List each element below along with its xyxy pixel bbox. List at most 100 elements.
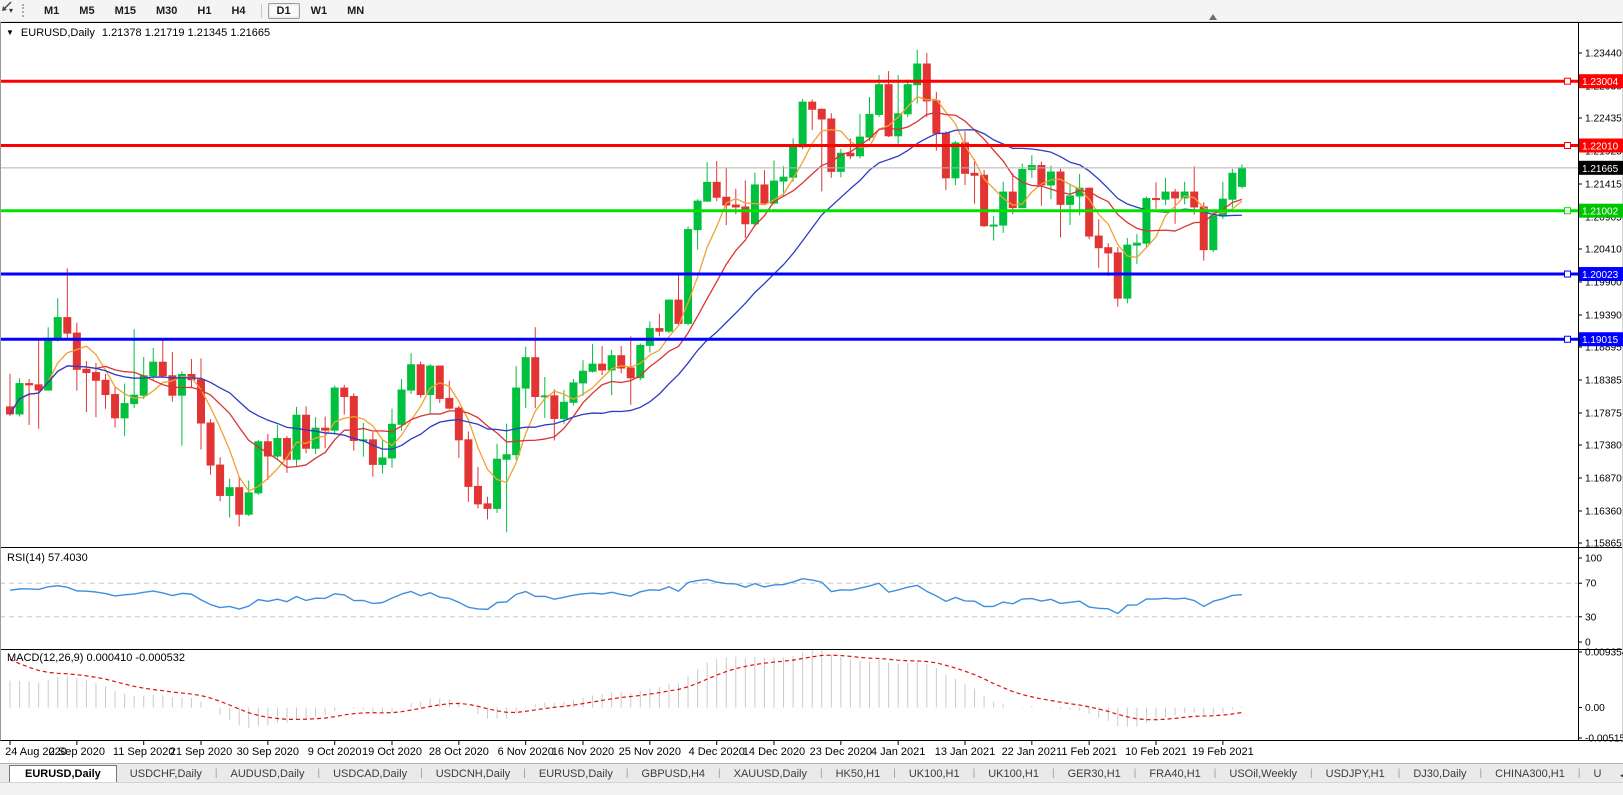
macd-axis-tick: 0.00 bbox=[1585, 703, 1605, 714]
chart-tab-usdcad-daily[interactable]: USDCAD,Daily bbox=[320, 766, 420, 782]
level-line-handle[interactable] bbox=[1565, 208, 1571, 214]
timeframe-button-m5[interactable]: M5 bbox=[70, 3, 103, 19]
level-price-badge-text: 1.23004 bbox=[1582, 77, 1619, 88]
date-axis-label: 30 Sep 2020 bbox=[237, 746, 299, 758]
date-axis-label: 2 Sep 2020 bbox=[49, 746, 105, 758]
date-axis-label: 4 Dec 2020 bbox=[689, 746, 745, 758]
timeframe-button-mn[interactable]: MN bbox=[338, 3, 373, 19]
chart-frame bbox=[0, 22, 1623, 741]
chart-title: ▼ EURUSD,Daily 1.21378 1.21719 1.21345 1… bbox=[6, 27, 270, 39]
price-axis-tick: 1.17875 bbox=[1585, 408, 1622, 419]
date-axis[interactable]: 24 Aug 20202 Sep 202011 Sep 202021 Sep 2… bbox=[5, 741, 1254, 759]
price-axis-tick: 1.23440 bbox=[1585, 49, 1622, 60]
chart-tab-ger30-h1[interactable]: GER30,H1 bbox=[1055, 766, 1134, 782]
date-axis-label: 25 Nov 2020 bbox=[619, 746, 681, 758]
date-axis-label: 28 Oct 2020 bbox=[429, 746, 489, 758]
chart-tab-gbpusd-h4[interactable]: GBPUSD,H4 bbox=[628, 766, 718, 782]
chart-symbol-label: EURUSD,Daily bbox=[21, 27, 95, 39]
price-axis-tick: 1.16360 bbox=[1585, 506, 1622, 517]
timeframe-button-d1[interactable]: D1 bbox=[268, 3, 300, 19]
price-axis-tick: 1.15865 bbox=[1585, 539, 1622, 550]
macd-signal-line bbox=[10, 655, 1242, 720]
timeframe-button-w1[interactable]: W1 bbox=[302, 3, 337, 19]
date-axis-label: 16 Nov 2020 bbox=[552, 746, 614, 758]
price-axis-tick: 1.22435 bbox=[1585, 114, 1622, 125]
chart-shift-marker[interactable] bbox=[1209, 14, 1217, 20]
timeframe-button-h1[interactable]: H1 bbox=[188, 3, 220, 19]
price-axis-tick: 1.19390 bbox=[1585, 310, 1622, 321]
chart-canvas[interactable]: 1.234401.229301.224351.219251.214151.209… bbox=[0, 22, 1623, 763]
timeframe-button-m30[interactable]: M30 bbox=[147, 3, 186, 19]
price-axis-tick: 1.21415 bbox=[1585, 179, 1622, 190]
level-line-handle[interactable] bbox=[1565, 336, 1571, 342]
chart-tab-audusd-daily[interactable]: AUDUSD,Daily bbox=[218, 766, 318, 782]
date-axis-label: 9 Oct 2020 bbox=[308, 746, 362, 758]
chart-window: ▼ EURUSD,Daily 1.21378 1.21719 1.21345 1… bbox=[0, 22, 1623, 763]
level-price-badge-text: 1.20023 bbox=[1582, 270, 1619, 281]
timeframe-button-m1[interactable]: M1 bbox=[35, 3, 68, 19]
level-line-handle[interactable] bbox=[1565, 78, 1571, 84]
date-axis-label: 22 Jan 2021 bbox=[1002, 746, 1063, 758]
date-axis-label: 19 Oct 2020 bbox=[362, 746, 422, 758]
rsi-axis-tick: 30 bbox=[1585, 612, 1597, 623]
toolbar-separator bbox=[261, 4, 262, 18]
chart-tab-hk50-h1[interactable]: HK50,H1 bbox=[823, 766, 894, 782]
draw-arrow-tool-icon bbox=[0, 0, 14, 13]
level-price-badge-text: 1.22010 bbox=[1582, 142, 1619, 153]
current-price-badge-text: 1.21665 bbox=[1582, 164, 1619, 175]
chart-tab-usdjpy-h1[interactable]: USDJPY,H1 bbox=[1313, 766, 1398, 782]
chart-tab-u[interactable]: U bbox=[1580, 766, 1614, 782]
chart-tab-china300-h1[interactable]: CHINA300,H1 bbox=[1482, 766, 1578, 782]
timeframe-button-h4[interactable]: H4 bbox=[222, 3, 254, 19]
macd-axis-tick: 0.009354 bbox=[1585, 648, 1623, 659]
chart-ohlc-values: 1.21378 1.21719 1.21345 1.21665 bbox=[102, 27, 270, 39]
chart-tab-usdcnh-daily[interactable]: USDCNH,Daily bbox=[423, 766, 524, 782]
candles-layer bbox=[7, 50, 1246, 533]
date-axis-label: 19 Feb 2021 bbox=[1192, 746, 1254, 758]
level-price-badge-text: 1.19015 bbox=[1582, 335, 1619, 346]
ma-mid-line bbox=[10, 112, 1242, 467]
chart-tab-uk100-h1[interactable]: UK100,H1 bbox=[896, 766, 973, 782]
chart-tab-uk100-h1[interactable]: UK100,H1 bbox=[975, 766, 1052, 782]
mt4-application-window: ▾ M1M5M15M30H1H4 D1W1MN ▼ EURUSD,Daily 1.… bbox=[0, 0, 1623, 795]
price-axis-tick: 1.18385 bbox=[1585, 375, 1622, 386]
rsi-line bbox=[10, 579, 1242, 614]
chart-tab-fra40-h1[interactable]: FRA40,H1 bbox=[1136, 766, 1213, 782]
rsi-pane bbox=[0, 579, 1578, 617]
macd-axis-tick: -0.005156 bbox=[1585, 734, 1623, 745]
rsi-axis-tick: 70 bbox=[1585, 579, 1597, 590]
timeframe-toolbar: ▾ M1M5M15M30H1H4 D1W1MN bbox=[0, 0, 1623, 22]
level-line-handle[interactable] bbox=[1565, 271, 1571, 277]
price-axis[interactable]: 1.234401.229301.224351.219251.214151.209… bbox=[1578, 49, 1623, 745]
macd-indicator-label: MACD(12,26,9) 0.000410 -0.000532 bbox=[7, 652, 185, 664]
chart-tab-eurusd-daily[interactable]: EURUSD,Daily bbox=[526, 766, 626, 782]
date-axis-label: 23 Dec 2020 bbox=[810, 746, 872, 758]
date-axis-label: 11 Sep 2020 bbox=[113, 746, 175, 758]
date-axis-label: 21 Sep 2020 bbox=[170, 746, 232, 758]
level-lines[interactable] bbox=[0, 78, 1578, 342]
chart-tab-dj30-daily[interactable]: DJ30,Daily bbox=[1400, 766, 1479, 782]
level-line-handle[interactable] bbox=[1565, 143, 1571, 149]
date-axis-label: 4 Jan 2021 bbox=[871, 746, 925, 758]
tab-scroll-left-icon[interactable]: ◄ bbox=[1618, 771, 1623, 780]
macd-pane bbox=[10, 651, 1242, 728]
price-axis-tick: 1.17380 bbox=[1585, 441, 1622, 452]
date-axis-label: 13 Jan 2021 bbox=[935, 746, 996, 758]
chart-tab-bar: EURUSD,DailyUSDCHF,Daily|AUDUSD,Daily|US… bbox=[0, 763, 1623, 782]
price-axis-tick: 1.20410 bbox=[1585, 245, 1622, 256]
date-axis-label: 1 Feb 2021 bbox=[1061, 746, 1117, 758]
symbol-collapse-icon[interactable]: ▼ bbox=[6, 29, 14, 37]
chart-tab-usoil-weekly[interactable]: USOil,Weekly bbox=[1216, 766, 1310, 782]
chart-tab-usdchf-daily[interactable]: USDCHF,Daily bbox=[117, 766, 215, 782]
chart-tab-xauusd-daily[interactable]: XAUUSD,Daily bbox=[721, 766, 820, 782]
toolbar-grip[interactable] bbox=[22, 4, 27, 17]
rsi-axis-tick: 100 bbox=[1585, 554, 1602, 565]
rsi-indicator-label: RSI(14) 57.4030 bbox=[7, 552, 88, 564]
chart-tab-eurusd-daily[interactable]: EURUSD,Daily bbox=[9, 765, 117, 782]
draw-arrow-tool-button[interactable]: ▾ bbox=[5, 5, 16, 16]
tab-scroll-controls: ◄► bbox=[1614, 771, 1623, 782]
date-axis-label: 10 Feb 2021 bbox=[1125, 746, 1187, 758]
date-axis-label: 6 Nov 2020 bbox=[498, 746, 554, 758]
status-strip bbox=[0, 782, 1623, 795]
timeframe-button-m15[interactable]: M15 bbox=[106, 3, 145, 19]
